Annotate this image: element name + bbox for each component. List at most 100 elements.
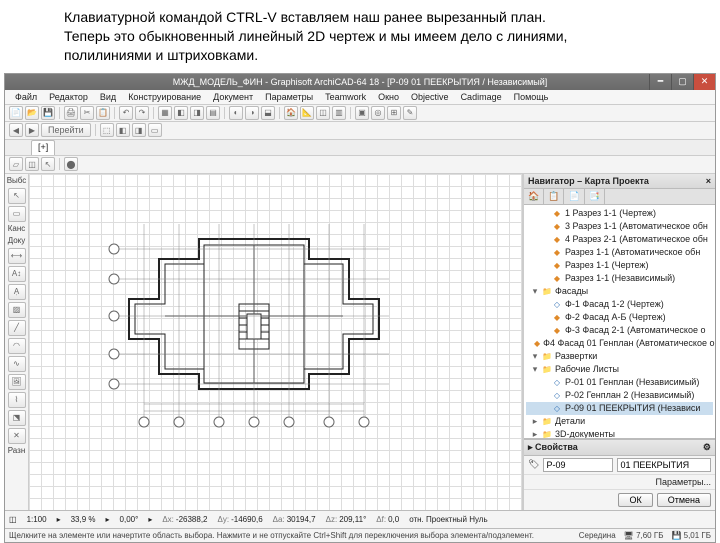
angle-value[interactable]: 0,00° (120, 515, 139, 524)
toolbar-button[interactable]: ◫ (25, 157, 39, 171)
menu-item[interactable]: Objective (405, 90, 455, 104)
toolbar-button[interactable]: ▦ (158, 106, 172, 120)
tree-item[interactable]: ◇Ф-1 Фасад 1-2 (Чертеж) (526, 298, 713, 311)
minimize-button[interactable]: ━ (649, 74, 671, 90)
tree-item[interactable]: ◆1 Разрез 1-1 (Чертеж) (526, 207, 713, 220)
parameters-link[interactable]: Параметры... (656, 477, 711, 487)
arrow-tool[interactable]: ↖ (8, 188, 26, 204)
tree-item[interactable]: ◇P-09 01 ПЕЕКРЫТИЯ (Независи (526, 402, 713, 415)
toolbar-button[interactable]: ↶ (119, 106, 133, 120)
toolbar-button[interactable]: 📂 (25, 106, 39, 120)
worksheet-name-input[interactable] (617, 458, 711, 472)
toolbar-button[interactable]: ◨ (132, 123, 146, 137)
menu-item[interactable]: Редактор (43, 90, 94, 104)
tree-item[interactable]: ◆Разрез 1-1 (Автоматическое обн (526, 246, 713, 259)
toolbar-button[interactable]: 🏠 (284, 106, 298, 120)
tree-item[interactable]: ◆Ф-3 Фасад 2-1 (Автоматическое о (526, 324, 713, 337)
menu-item[interactable]: Окно (372, 90, 405, 104)
toolbar-button[interactable]: ⊞ (387, 106, 401, 120)
toolbar-button[interactable]: 📋 (96, 106, 110, 120)
drawing-tool[interactable]: 🖼 (8, 374, 26, 390)
menu-item[interactable]: Конструирование (122, 90, 207, 104)
toolbar-button[interactable]: 📄 (9, 106, 23, 120)
toolbar-button[interactable]: ✎ (403, 106, 417, 120)
menu-item[interactable]: Помощь (508, 90, 555, 104)
worksheet-id-input[interactable] (543, 458, 613, 472)
menu-item[interactable]: Документ (207, 90, 259, 104)
menu-item[interactable]: Вид (94, 90, 122, 104)
toolbar-button[interactable]: 🖨 (64, 106, 78, 120)
tree-item[interactable]: ◇P-02 Генплан 2 (Независимый) (526, 389, 713, 402)
tree-item[interactable]: ◆Ф4 Фасад 01 Генплан (Автоматическое обн… (526, 337, 713, 350)
toolbar-button[interactable]: ⬚ (100, 123, 114, 137)
tab-add[interactable]: [+] (31, 140, 55, 155)
label-tool[interactable]: Ạ (8, 284, 26, 300)
toolbar-button[interactable]: ✂ (80, 106, 94, 120)
marquee-tool[interactable]: ▭ (8, 206, 26, 222)
tree-item[interactable]: ▸📁Детали (526, 415, 713, 428)
toolbar-button[interactable]: ◎ (371, 106, 385, 120)
cancel-button[interactable]: Отмена (657, 493, 711, 507)
toolbar-button[interactable]: ◧ (174, 106, 188, 120)
tree-item[interactable]: ◆Ф-2 Фасад А-Б (Чертеж) (526, 311, 713, 324)
toolbar-button[interactable]: ⬓ (261, 106, 275, 120)
toolbar-button[interactable]: ▣ (355, 106, 369, 120)
ok-button[interactable]: ОК (618, 493, 652, 507)
navigator-tab[interactable]: 📋 (544, 189, 564, 204)
tree-item[interactable]: ▸📁3D-документы (526, 428, 713, 439)
toolbar-button[interactable]: ▥ (332, 106, 346, 120)
spline-tool[interactable]: ⌇ (8, 392, 26, 408)
snap-mode[interactable]: Середина (579, 531, 616, 540)
tree-item[interactable]: ◆Разрез 1-1 (Чертеж) (526, 259, 713, 272)
tree-item[interactable]: ▾📁Фасады (526, 285, 713, 298)
toolbar-button[interactable]: ◑ (245, 106, 259, 120)
tree-item[interactable]: ◇P-01 01 Генплан (Независимый) (526, 376, 713, 389)
navigator-tab[interactable]: 🏠 (524, 189, 544, 204)
toolbar-button[interactable]: 💾 (41, 106, 55, 120)
menu-item[interactable]: Файл (9, 90, 43, 104)
close-button[interactable]: ✕ (693, 74, 715, 90)
hotspot-tool[interactable]: ✕ (8, 428, 26, 444)
titlebar: МЖД_МОДЕЛЬ_ФИН - Graphisoft ArchiCAD-64 … (5, 74, 715, 90)
toolbar-button[interactable]: ▶ (25, 123, 39, 137)
drawing-canvas[interactable] (29, 174, 523, 510)
polyline-tool[interactable]: ∿ (8, 356, 26, 372)
toolbar-button[interactable]: ↖ (41, 157, 55, 171)
navigator-tree[interactable]: ◆1 Разрез 1-1 (Чертеж)◆3 Разрез 1-1 (Авт… (524, 205, 715, 439)
maximize-button[interactable]: ▢ (671, 74, 693, 90)
toolbar-button[interactable]: ◐ (229, 106, 243, 120)
toolbar-button[interactable]: ⬤ (64, 157, 78, 171)
zoom-value[interactable]: 33,9 % (71, 515, 96, 524)
tree-item[interactable]: ◆3 Разрез 1-1 (Автоматическое обн (526, 220, 713, 233)
dimension-tool[interactable]: ⟷ (8, 248, 26, 264)
toolbar-button[interactable]: 📐 (300, 106, 314, 120)
navigator-tab[interactable]: 📑 (585, 189, 605, 204)
toolbar-button[interactable]: ▤ (206, 106, 220, 120)
toolbar-button[interactable]: ▭ (148, 123, 162, 137)
toolbar-button[interactable]: ↷ (135, 106, 149, 120)
arc-tool[interactable]: ◠ (8, 338, 26, 354)
coordinate-bar: ◫ 1:100 ▸ 33,9 % ▸ 0,00° ▸ Δx:-26388,2 Δ… (5, 510, 715, 528)
menu-item[interactable]: Cadimage (455, 90, 508, 104)
figure-tool[interactable]: ⬔ (8, 410, 26, 426)
toolbar-button[interactable]: ◨ (190, 106, 204, 120)
scale-value[interactable]: 1:100 (27, 515, 47, 524)
toolbar-button[interactable]: ▱ (9, 157, 23, 171)
line-tool[interactable]: ╱ (8, 320, 26, 336)
menu-item[interactable]: Параметры (259, 90, 319, 104)
panel-close-icon[interactable]: × (706, 176, 711, 186)
menubar: Файл Редактор Вид Конструирование Докуме… (5, 90, 715, 105)
tree-item[interactable]: ◆Разрез 1-1 (Независимый) (526, 272, 713, 285)
navigator-tab[interactable]: 📄 (564, 189, 584, 204)
toolbar-button[interactable]: ◧ (116, 123, 130, 137)
toolbar-button[interactable]: ◀ (9, 123, 23, 137)
fill-tool[interactable]: ▨ (8, 302, 26, 318)
menu-item[interactable]: Teamwork (319, 90, 372, 104)
text-tool[interactable]: A↕ (8, 266, 26, 282)
tree-item[interactable]: ▾📁Развертки (526, 350, 713, 363)
tree-item[interactable]: ◆4 Разрез 2-1 (Автоматическое обн (526, 233, 713, 246)
toolbar-button[interactable]: ◫ (316, 106, 330, 120)
tree-item[interactable]: ▾📁Рабочие Листы (526, 363, 713, 376)
settings-icon[interactable]: ⚙ (703, 442, 711, 453)
navigate-button[interactable]: Перейти (41, 123, 91, 137)
